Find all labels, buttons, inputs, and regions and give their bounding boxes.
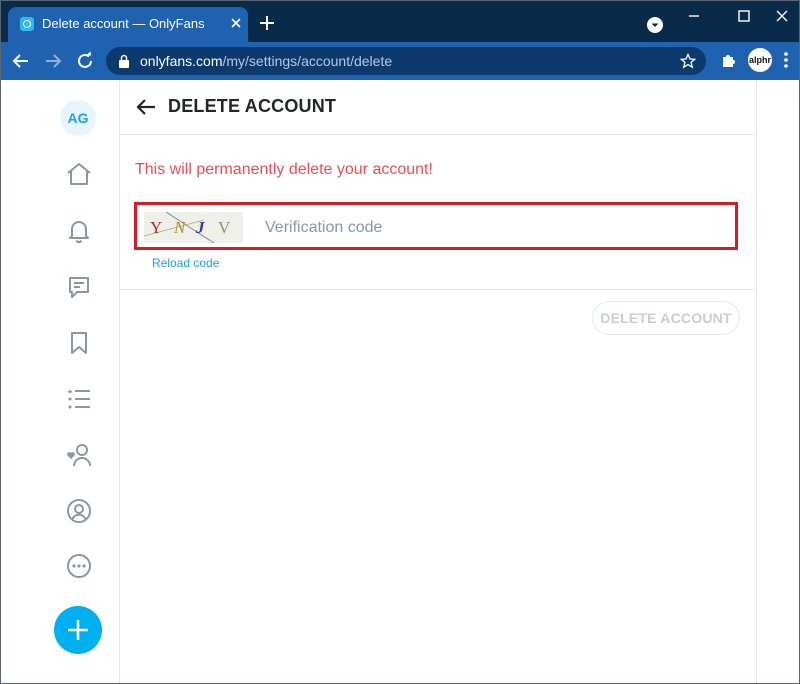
plus-icon [68, 620, 88, 640]
bell-icon[interactable] [65, 216, 93, 244]
warning-message: This will permanently delete your accoun… [135, 161, 433, 178]
back-icon[interactable] [10, 50, 32, 72]
minimize-icon[interactable] [682, 8, 706, 24]
browser-menu-icon[interactable] [782, 51, 790, 69]
bookmark-star-icon[interactable] [680, 53, 696, 69]
onlyfans-favicon-icon [20, 17, 34, 31]
browser-toolbar: onlyfans.com/my/settings/account/delete [0, 42, 800, 80]
page-title: DELETE ACCOUNT [168, 96, 337, 116]
tab-close-icon[interactable] [228, 15, 244, 31]
divider [120, 289, 756, 290]
new-tab-plus-icon[interactable] [258, 14, 276, 32]
browser-titlebar: Delete account — OnlyFans [0, 0, 800, 42]
user-avatar[interactable]: AG [60, 100, 96, 136]
forward-icon[interactable] [42, 50, 64, 72]
bookmark-icon[interactable] [65, 329, 93, 357]
lists-icon[interactable] [65, 385, 93, 413]
captcha-char: N [174, 218, 186, 237]
tab-search-dropdown-icon[interactable] [646, 16, 664, 34]
main-content: DELETE ACCOUNT This will permanently del… [120, 80, 756, 684]
captcha-char: J [196, 218, 205, 237]
profile-icon[interactable] [65, 497, 93, 525]
back-arrow-icon[interactable] [136, 98, 156, 116]
lock-icon [119, 54, 129, 68]
verification-code-input[interactable] [263, 212, 707, 244]
maximize-icon[interactable] [732, 8, 756, 24]
delete-account-button[interactable]: DELETE ACCOUNT [592, 301, 740, 335]
close-window-icon[interactable] [770, 8, 794, 24]
subscriptions-icon[interactable] [65, 441, 93, 469]
captcha-char: Y [150, 218, 163, 237]
captcha-image: Y N J V [144, 212, 243, 243]
address-bar[interactable]: onlyfans.com/my/settings/account/delete [106, 47, 706, 75]
new-post-button[interactable] [54, 606, 102, 654]
extensions-puzzle-icon[interactable] [720, 51, 738, 69]
captcha-char: V [218, 218, 231, 237]
browser-tab-active[interactable]: Delete account — OnlyFans [8, 7, 248, 42]
profile-avatar[interactable]: alphr [748, 48, 772, 72]
reload-icon[interactable] [74, 50, 96, 72]
messages-icon[interactable] [65, 273, 93, 301]
page-header: DELETE ACCOUNT [120, 80, 756, 135]
left-sidebar [0, 80, 120, 684]
url-text: onlyfans.com/my/settings/account/delete [140, 53, 393, 69]
tab-title: Delete account — OnlyFans [42, 16, 205, 31]
verification-row: Y N J V [134, 202, 738, 250]
home-icon[interactable] [65, 160, 93, 188]
reload-code-link[interactable]: Reload code [152, 256, 219, 270]
right-gutter [756, 80, 800, 684]
more-icon[interactable] [65, 552, 93, 580]
